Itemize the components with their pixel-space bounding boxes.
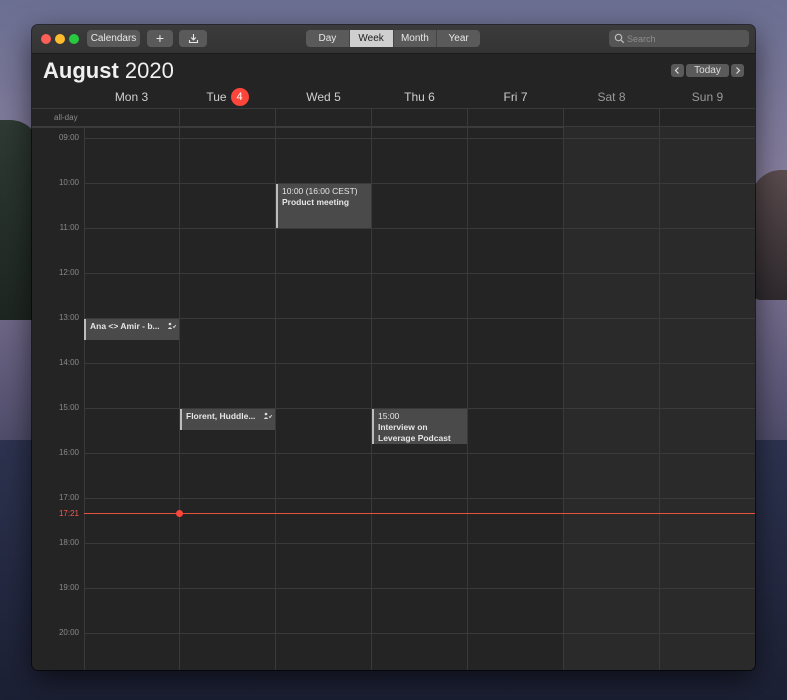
day-header-thu[interactable]: Thu 6 xyxy=(372,89,467,108)
day-header-tue[interactable]: Tue 4 xyxy=(180,88,275,108)
hour-label: 15:00 xyxy=(58,403,79,412)
tab-day[interactable]: Day xyxy=(306,30,350,47)
all-day-row[interactable]: all-day xyxy=(32,108,755,128)
month-label: August xyxy=(43,58,119,83)
attendees-icon xyxy=(263,412,272,419)
current-time-line xyxy=(84,513,755,514)
page-title: August 2020 xyxy=(43,58,174,84)
search-input[interactable] xyxy=(627,31,745,46)
hour-label: 13:00 xyxy=(58,313,79,322)
today-badge: 4 xyxy=(230,88,249,106)
day-separator xyxy=(467,108,468,670)
day-header-sun[interactable]: Sun 9 xyxy=(660,89,755,108)
hour-label: 19:00 xyxy=(58,583,79,592)
hour-line xyxy=(84,138,755,139)
next-week-button[interactable] xyxy=(731,64,744,77)
event-title: Florent, Huddle... xyxy=(186,411,256,421)
hour-label: 09:00 xyxy=(58,133,79,142)
event-time: 15:00 xyxy=(378,411,400,421)
event-time: 10:00 (16:00 CEST) xyxy=(282,186,358,196)
attendees-icon xyxy=(167,322,176,329)
search-icon xyxy=(614,33,625,44)
day-date: 8 xyxy=(618,90,626,104)
day-header-mon[interactable]: Mon 3 xyxy=(84,89,179,108)
hour-label: 14:00 xyxy=(58,358,79,367)
year-label: 2020 xyxy=(124,58,174,83)
chevron-left-icon xyxy=(674,67,679,74)
event-title: Interview on Leverage Podcast xyxy=(378,422,451,443)
event-leverage-podcast[interactable]: 15:00 Interview on Leverage Podcast xyxy=(372,409,467,444)
all-day-label: all-day xyxy=(54,113,78,122)
tab-month[interactable]: Month xyxy=(394,30,438,47)
event-title: Product meeting xyxy=(282,197,350,207)
hour-label: 11:00 xyxy=(59,223,79,232)
hour-line xyxy=(84,363,755,364)
add-event-button[interactable]: + xyxy=(147,30,173,47)
minimize-window-button[interactable] xyxy=(55,34,65,44)
hour-line xyxy=(84,453,755,454)
zoom-window-button[interactable] xyxy=(69,34,79,44)
hour-label: 10:00 xyxy=(58,178,79,187)
day-header-wed[interactable]: Wed 5 xyxy=(276,89,371,108)
title-bar: Calendars + Day Week Month Year xyxy=(32,25,755,54)
day-date: 5 xyxy=(334,90,341,104)
previous-week-button[interactable] xyxy=(671,64,684,77)
day-separator xyxy=(659,108,660,670)
day-name: Mon xyxy=(114,90,139,104)
import-button[interactable] xyxy=(179,30,207,47)
day-separator xyxy=(563,108,564,670)
hour-line xyxy=(84,183,755,184)
day-name: Thu xyxy=(404,90,425,104)
tab-year[interactable]: Year xyxy=(437,30,480,47)
today-button[interactable]: Today xyxy=(686,64,729,77)
day-date: 6 xyxy=(428,90,435,104)
hour-label: 20:00 xyxy=(58,628,79,637)
event-ana-amir[interactable]: Ana <> Amir - b... xyxy=(84,319,179,340)
hour-line xyxy=(84,498,755,499)
view-switcher: Day Week Month Year xyxy=(306,30,480,47)
hour-line xyxy=(84,273,755,274)
day-separator xyxy=(179,108,180,670)
calendar-window: Calendars + Day Week Month Year August 2… xyxy=(32,25,755,670)
hour-line xyxy=(84,588,755,589)
day-separator xyxy=(371,108,372,670)
hour-line xyxy=(84,228,755,229)
day-name: Fri xyxy=(503,90,518,104)
hour-line xyxy=(84,318,755,319)
day-name: Tue xyxy=(206,90,227,105)
download-tray-icon xyxy=(188,34,198,44)
chevron-right-icon xyxy=(736,67,741,74)
current-time-dot xyxy=(176,510,183,517)
hour-label: 18:00 xyxy=(58,538,79,547)
current-time-label: 17:21 xyxy=(58,509,79,518)
hour-line xyxy=(84,633,755,634)
day-header-fri[interactable]: Fri 7 xyxy=(468,89,563,108)
day-date: 3 xyxy=(141,90,149,104)
calendars-button[interactable]: Calendars xyxy=(87,30,140,47)
day-date: 7 xyxy=(520,90,528,104)
hour-label: 12:00 xyxy=(58,268,79,277)
close-window-button[interactable] xyxy=(41,34,51,44)
day-separator xyxy=(84,127,85,670)
tab-week[interactable]: Week xyxy=(349,30,394,47)
day-name: Wed xyxy=(306,90,331,104)
day-date: 9 xyxy=(716,90,724,104)
event-product-meeting[interactable]: 10:00 (16:00 CEST) Product meeting xyxy=(276,184,371,228)
event-title: Ana <> Amir - b... xyxy=(90,321,160,331)
hour-line xyxy=(84,543,755,544)
day-name: Sun xyxy=(691,90,714,104)
search-box xyxy=(609,30,749,47)
day-header-sat[interactable]: Sat 8 xyxy=(564,89,659,108)
desktop-wallpaper-rock-right xyxy=(751,170,787,300)
week-grid[interactable]: 09:00 10:00 11:00 12:00 13:00 14:00 15:0… xyxy=(32,108,755,670)
day-name: Sat xyxy=(597,90,616,104)
hour-label: 16:00 xyxy=(58,448,79,457)
event-florent-huddle[interactable]: Florent, Huddle... xyxy=(180,409,275,430)
hour-label: 17:00 xyxy=(58,493,79,502)
